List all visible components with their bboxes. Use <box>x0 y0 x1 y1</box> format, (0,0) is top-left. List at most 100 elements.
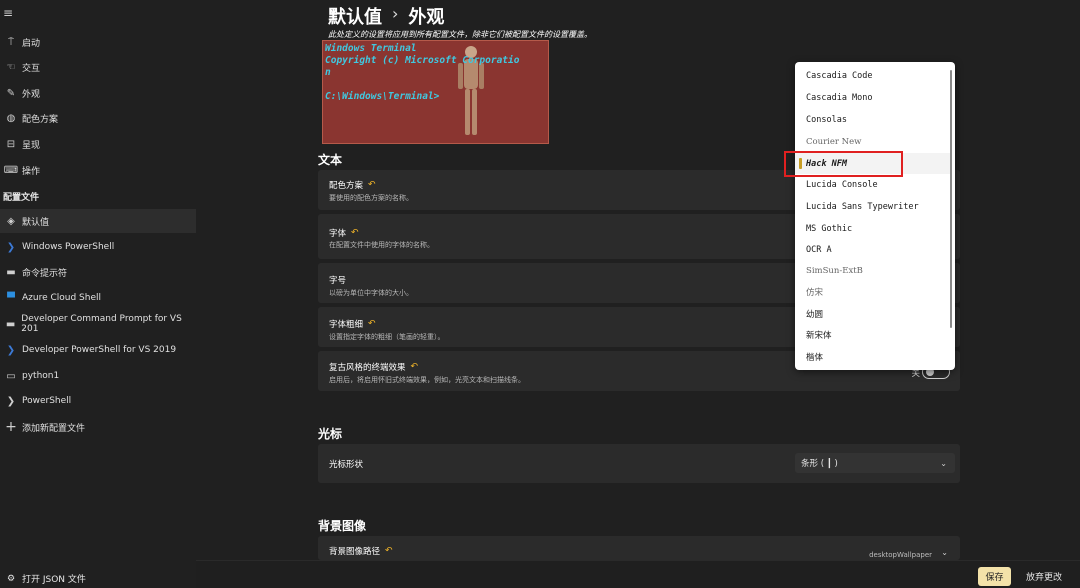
breadcrumb-parent[interactable]: 默认值 <box>328 3 382 29</box>
sidebar-item-rendering[interactable]: ⊟ 呈现 <box>0 132 196 156</box>
sidebar-item-dev-cmd[interactable]: ▬ Developer Command Prompt for VS 201 <box>0 312 196 336</box>
powershell-icon: ❯ <box>6 241 16 253</box>
reset-icon[interactable]: ↶ <box>351 228 359 238</box>
sidebar-item-label: Developer Command Prompt for VS 201 <box>21 314 182 334</box>
sidebar-item-python1[interactable]: ▭ python1 <box>0 364 196 388</box>
sidebar: ≡ ⍑ 启动 ☜ 交互 ✎ 外观 ◍ 配色方案 ⊟ 呈现 ⌨ 操作 配置文件 ◈… <box>0 0 196 587</box>
gear-icon: ⚙ <box>6 573 16 584</box>
font-option[interactable]: Lucida Sans Typewriter <box>795 196 950 217</box>
setting-description: 要使用的配色方案的名称。 <box>329 194 413 202</box>
annotation-highlight-box <box>784 151 903 177</box>
setting-title: 字体粗细 <box>329 320 364 330</box>
sidebar-item-dev-powershell[interactable]: ❯ Developer PowerShell for VS 2019 <box>0 338 196 362</box>
setting-description: 在配置文件中使用的字体的名称。 <box>329 241 434 249</box>
sidebar-item-actions[interactable]: ⌨ 操作 <box>0 158 196 182</box>
font-option[interactable]: Courier New <box>795 131 950 152</box>
startup-icon: ⍑ <box>8 36 14 48</box>
bottom-bar <box>196 560 1080 588</box>
save-button[interactable]: 保存 <box>978 567 1011 586</box>
setting-title: 光标形状 <box>329 460 364 470</box>
add-profile-button[interactable]: + 添加新配置文件 <box>0 415 196 439</box>
sidebar-item-interaction[interactable]: ☜ 交互 <box>0 55 196 79</box>
reset-icon[interactable]: ↶ <box>385 546 393 556</box>
setting-description: 设置指定字体的粗细（笔画的轻重）。 <box>329 333 445 341</box>
font-option[interactable]: Cascadia Mono <box>795 87 950 108</box>
keyboard-icon: ⌨ <box>3 164 19 176</box>
cursor-shape-select[interactable]: 条形 ( ┃ ) ⌄ <box>795 453 955 473</box>
sidebar-item-label: 命令提示符 <box>22 268 68 279</box>
reset-icon[interactable]: ↶ <box>368 319 376 329</box>
reset-icon[interactable]: ↶ <box>411 362 419 372</box>
powershell-icon: ❯ <box>6 395 16 407</box>
appearance-icon: ✎ <box>6 87 16 99</box>
discard-changes-button[interactable]: 放弃更改 <box>1019 567 1069 586</box>
font-option[interactable]: 新宋体 <box>795 324 950 345</box>
chevron-down-icon: ⌄ <box>940 458 947 468</box>
font-option[interactable]: OCR A <box>795 239 950 260</box>
interaction-icon: ☜ <box>6 61 16 73</box>
sidebar-item-appearance[interactable]: ✎ 外观 <box>0 81 196 105</box>
sidebar-item-label: 默认值 <box>22 217 50 228</box>
sidebar-item-label: 操作 <box>22 166 41 177</box>
setting-title: 字号 <box>329 276 347 286</box>
background-path-value: desktopWallpaper <box>869 551 932 559</box>
terminal-preview: Windows Terminal Copyright (c) Microsoft… <box>322 40 549 144</box>
select-value: 条形 ( ┃ ) <box>801 459 838 469</box>
sidebar-item-label: 添加新配置文件 <box>22 423 86 434</box>
setting-title: 字体 <box>329 229 347 239</box>
cursor-shape-setting[interactable]: 光标形状 条形 ( ┃ ) ⌄ <box>318 444 960 483</box>
open-json-button[interactable]: ⚙ 打开 JSON 文件 <box>0 572 86 586</box>
sidebar-item-windows-powershell[interactable]: ❯ Windows PowerShell <box>0 235 196 259</box>
sidebar-item-startup[interactable]: ⍑ 启动 <box>0 30 196 54</box>
setting-title: 配色方案 <box>329 181 364 191</box>
font-option[interactable]: SimSun-ExtB <box>795 260 950 281</box>
terminal-icon: ▭ <box>6 370 16 382</box>
layers-icon: ◈ <box>7 215 15 227</box>
font-option[interactable]: 楷体 <box>795 346 950 367</box>
sidebar-item-label: 呈现 <box>22 140 41 151</box>
sidebar-item-powershell[interactable]: ❯ PowerShell <box>0 389 196 413</box>
sidebar-item-cmd[interactable]: ▬ 命令提示符 <box>0 260 196 284</box>
sidebar-item-label: 交互 <box>22 63 41 74</box>
sidebar-item-defaults[interactable]: ◈ 默认值 <box>0 209 196 233</box>
rendering-icon: ⊟ <box>6 138 16 150</box>
sidebar-item-label: 启动 <box>22 38 41 49</box>
breadcrumb: 默认值 › 外观 <box>328 3 444 29</box>
preview-text: Windows Terminal Copyright (c) Microsoft… <box>325 43 520 102</box>
font-face-dropdown[interactable]: Cascadia Code Cascadia Mono Consolas Cou… <box>795 62 955 370</box>
setting-title: 复古风格的终端效果 <box>329 363 406 373</box>
powershell-icon: ❯ <box>6 344 16 356</box>
azure-icon: ▀ <box>7 292 15 304</box>
sidebar-item-azure[interactable]: ▀ Azure Cloud Shell <box>0 286 196 310</box>
font-option[interactable]: MS Gothic <box>795 218 950 239</box>
reset-icon[interactable]: ↶ <box>368 180 376 190</box>
sidebar-item-label: PowerShell <box>22 396 72 406</box>
font-option[interactable]: Cascadia Code <box>795 65 950 86</box>
open-json-label: 打开 JSON 文件 <box>22 575 86 585</box>
section-cursor-header: 光标 <box>318 427 343 441</box>
profiles-header: 配置文件 <box>3 193 40 203</box>
settings-notice: 此处定义的设置将应用到所有配置文件，除非它们被配置文件的设置覆盖。 <box>328 30 592 39</box>
sidebar-item-label: 配色方案 <box>22 114 59 125</box>
sidebar-item-label: python1 <box>22 371 60 381</box>
cmd-icon: ▬ <box>5 318 16 330</box>
font-option[interactable]: 仿宋 <box>795 281 950 302</box>
font-option[interactable]: Consolas <box>795 109 950 130</box>
plus-icon: + <box>5 419 17 435</box>
dropdown-scrollbar[interactable] <box>950 70 952 328</box>
font-option[interactable]: 幼圆 <box>795 303 950 324</box>
cmd-icon: ▬ <box>6 266 16 278</box>
font-option[interactable]: Lucida Console <box>795 174 950 195</box>
page-title: 外观 <box>408 7 445 28</box>
sidebar-item-label: Developer PowerShell for VS 2019 <box>22 345 177 355</box>
section-text-header: 文本 <box>318 153 343 167</box>
background-path-setting[interactable]: 背景图像路径 ↶ desktopWallpaper ⌄ <box>318 536 960 560</box>
setting-description: 以磅为单位中字体的大小。 <box>329 289 413 297</box>
setting-title: 背景图像路径 <box>329 547 381 557</box>
setting-description: 启用后，将启用怀旧式终端效果，例如，光亮文本和扫描线条。 <box>329 376 525 384</box>
sidebar-item-color-schemes[interactable]: ◍ 配色方案 <box>0 106 196 130</box>
chevron-down-icon: ⌄ <box>941 548 948 557</box>
sidebar-item-label: Windows PowerShell <box>22 242 115 252</box>
hamburger-icon[interactable]: ≡ <box>3 6 13 20</box>
chevron-right-icon: › <box>392 4 399 23</box>
